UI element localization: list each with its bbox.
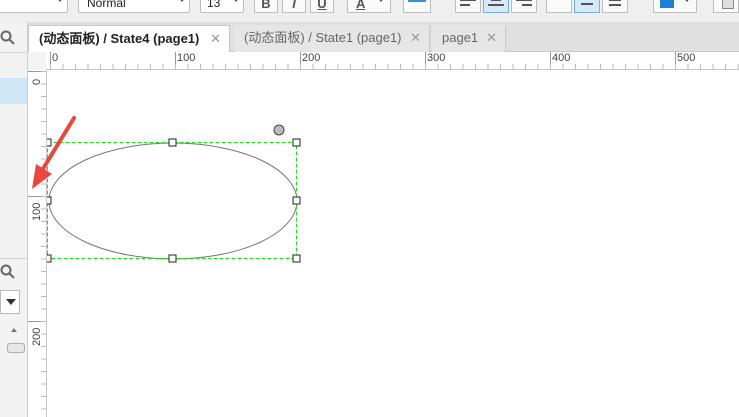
canvas-svg <box>47 124 301 263</box>
ruler-corner <box>28 52 47 71</box>
bullet-list-button[interactable] <box>403 0 431 13</box>
tab-label: (动态面板) / State1 (page1) <box>244 30 402 45</box>
font-color-button[interactable]: A <box>347 0 391 13</box>
ruler-ticks <box>28 71 46 410</box>
ruler-label: 400 <box>552 52 571 64</box>
ruler-label: 100 <box>31 202 43 221</box>
selected-page-row[interactable] <box>0 78 27 104</box>
fill-color-swatch <box>660 0 674 8</box>
horizontal-ruler: 0 100 200 300 400 500 <box>46 52 739 70</box>
underline-button[interactable]: U <box>310 0 334 13</box>
chevron-down-icon <box>178 0 186 2</box>
font-family-select[interactable] <box>0 0 68 13</box>
chevron-down-icon <box>232 0 240 2</box>
font-style-select[interactable]: Normal <box>78 0 190 13</box>
font-color-label: A <box>356 0 366 11</box>
valign-top-button[interactable] <box>546 0 572 13</box>
chevron-down-icon <box>683 0 691 2</box>
font-size-select[interactable]: 13 <box>200 0 244 13</box>
chevron-down-icon <box>6 299 16 305</box>
resize-handle[interactable] <box>47 138 52 147</box>
ruler-label: 200 <box>302 52 321 64</box>
tab-page1[interactable]: page1 ✕ <box>432 25 506 52</box>
search-icon[interactable] <box>0 30 16 46</box>
align-center-icon <box>491 0 501 1</box>
ellipse-shape[interactable] <box>48 142 298 260</box>
tab-label: page1 <box>442 30 479 45</box>
align-right-icon <box>516 0 532 1</box>
ruler-label: 0 <box>52 52 59 64</box>
close-icon[interactable]: ✕ <box>210 26 221 52</box>
resize-handle[interactable] <box>292 138 301 147</box>
align-right-button[interactable] <box>511 0 537 13</box>
filter-dropdown[interactable] <box>0 290 20 314</box>
font-style-value: Normal <box>87 0 126 10</box>
resize-handle[interactable] <box>168 138 177 147</box>
valign-middle-icon <box>581 3 593 5</box>
align-left-icon <box>460 0 476 1</box>
font-size-value: 13 <box>207 0 221 10</box>
align-left-button[interactable] <box>455 0 481 13</box>
search-icon[interactable] <box>0 264 16 280</box>
bold-button[interactable]: B <box>254 0 278 13</box>
valign-bottom-button[interactable] <box>602 0 628 13</box>
ruler-label: 300 <box>427 52 446 64</box>
left-panel <box>0 22 28 417</box>
chevron-down-icon <box>377 0 385 2</box>
scrollbar[interactable] <box>6 322 25 417</box>
vertical-ruler: 0 100 200 <box>28 70 47 417</box>
resize-handle[interactable] <box>47 254 52 263</box>
tab-bar: (动态面板) / State4 (page1) ✕ (动态面板) / State… <box>28 22 739 52</box>
scroll-thumb[interactable] <box>7 343 25 353</box>
scroll-up-icon[interactable] <box>11 328 17 332</box>
shadow-icon <box>722 0 734 9</box>
ruler-ticks <box>50 52 739 69</box>
ruler-label: 100 <box>177 52 196 64</box>
valign-bottom-icon <box>609 0 621 1</box>
close-icon[interactable]: ✕ <box>486 25 497 51</box>
align-center-button[interactable] <box>483 0 509 13</box>
ruler-label: 200 <box>31 327 43 346</box>
italic-button[interactable]: I <box>282 0 306 13</box>
rotation-handle[interactable] <box>273 124 285 136</box>
chevron-down-icon <box>56 0 64 2</box>
ruler-label: 500 <box>677 52 696 64</box>
resize-handle[interactable] <box>47 196 52 205</box>
resize-handle[interactable] <box>292 196 301 205</box>
toolbar: Normal 13 B I U A <box>0 0 739 23</box>
shadow-button[interactable] <box>713 0 739 13</box>
tab-label: (动态面板) / State4 (page1) <box>39 31 200 46</box>
valign-middle-button[interactable] <box>574 0 600 13</box>
close-icon[interactable]: ✕ <box>410 25 421 51</box>
tab-state1[interactable]: (动态面板) / State1 (page1) ✕ <box>234 25 430 52</box>
tab-state4[interactable]: (动态面板) / State4 (page1) ✕ <box>28 25 230 52</box>
ruler-label: 0 <box>31 78 43 85</box>
design-canvas[interactable] <box>47 70 739 417</box>
resize-handle[interactable] <box>168 254 177 263</box>
fill-color-button[interactable] <box>653 0 697 13</box>
resize-handle[interactable] <box>292 254 301 263</box>
